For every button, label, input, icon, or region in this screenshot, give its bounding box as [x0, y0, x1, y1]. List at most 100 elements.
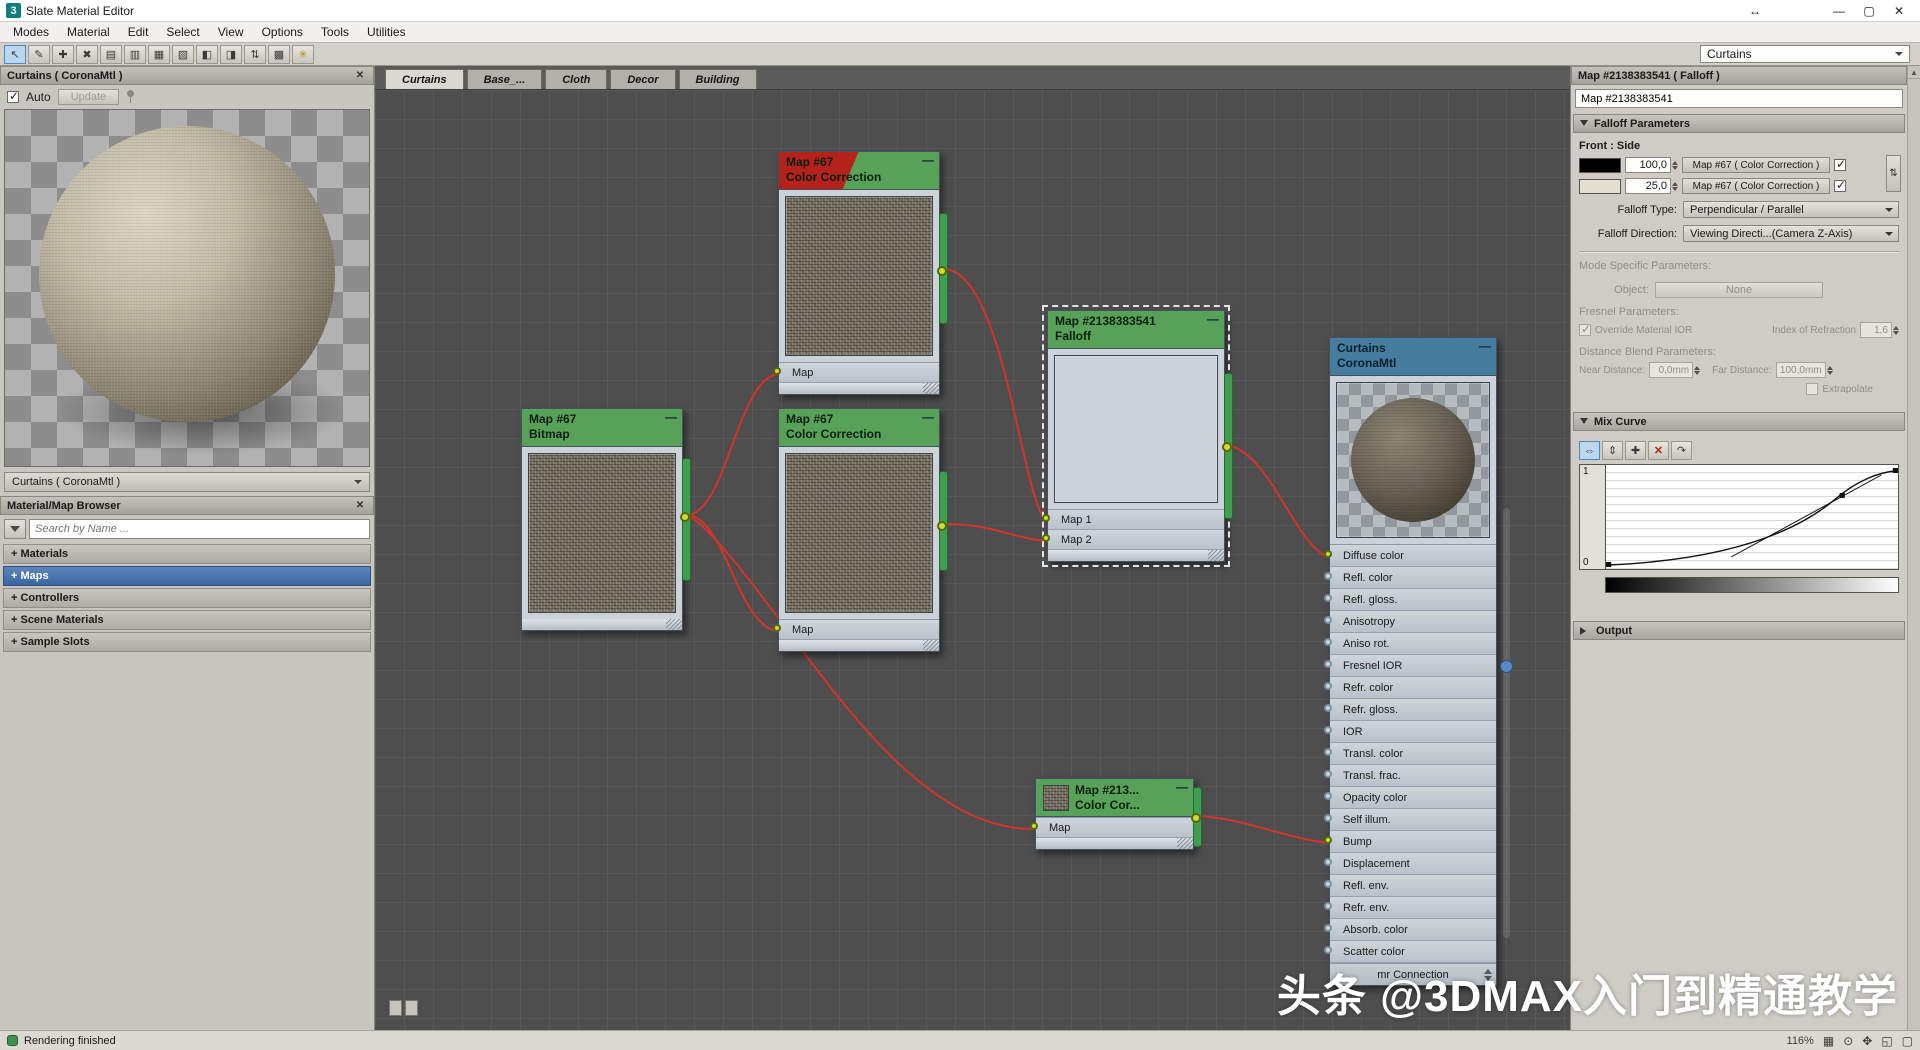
auto-update-checkbox[interactable] — [7, 91, 19, 103]
spinner-arrows-icon[interactable] — [1672, 158, 1678, 173]
pin-icon[interactable] — [126, 90, 135, 103]
spinner-arrows-icon[interactable] — [1827, 363, 1833, 378]
output-connection-dot[interactable] — [937, 266, 947, 276]
corona-slot-self-illum[interactable]: Self illum. — [1330, 809, 1496, 831]
input-socket[interactable] — [1324, 616, 1332, 624]
node-color-correction-mid[interactable]: Map #67 Color Correction Map — [778, 408, 940, 652]
corona-slot-ior[interactable]: IOR — [1330, 721, 1496, 743]
node-canvas[interactable]: Map #67 Color Correction Map — [375, 90, 1570, 1030]
browser-group-maps[interactable]: + Maps — [3, 566, 371, 586]
close-button[interactable]: ✕ — [1884, 1, 1914, 21]
resize-grip-icon[interactable] — [666, 619, 682, 630]
update-button[interactable]: Update — [58, 89, 119, 105]
extrapolate-checkbox[interactable] — [1806, 383, 1818, 395]
search-input[interactable] — [29, 519, 370, 539]
object-pick-button[interactable]: None — [1655, 282, 1823, 298]
ior-field[interactable]: 1,6 — [1860, 322, 1892, 338]
output-socket[interactable] — [1193, 787, 1202, 847]
input-socket[interactable] — [1324, 770, 1332, 778]
tab-cloth[interactable]: Cloth — [545, 69, 607, 89]
node-minimize-icon[interactable] — [1176, 780, 1188, 794]
output-connection-dot[interactable] — [937, 521, 947, 531]
resize-grip-icon[interactable] — [923, 383, 939, 394]
input-socket[interactable] — [1324, 836, 1332, 844]
node-color-correction-top[interactable]: Map #67 Color Correction Map — [778, 151, 940, 395]
input-socket[interactable] — [773, 624, 781, 632]
maximize-button[interactable]: ▢ — [1854, 1, 1884, 21]
input-socket[interactable] — [1324, 902, 1332, 910]
slot-map-2[interactable]: Map 2 — [1048, 530, 1224, 550]
side-amount-field[interactable]: 25,0 — [1625, 178, 1671, 194]
far-distance-field[interactable]: 100,0mm — [1776, 362, 1826, 378]
input-socket[interactable] — [1042, 514, 1050, 522]
corona-slot-refr-env[interactable]: Refr. env. — [1330, 897, 1496, 919]
slot-map[interactable]: Map — [779, 620, 939, 640]
resize-grip-icon[interactable] — [1208, 550, 1224, 561]
output-socket[interactable] — [939, 213, 948, 324]
input-socket[interactable] — [1324, 638, 1332, 646]
delete-tool-icon[interactable]: ✖ — [76, 45, 98, 64]
side-map-enable-checkbox[interactable] — [1834, 180, 1846, 192]
input-socket[interactable] — [1324, 946, 1332, 954]
corona-slot-refl-env[interactable]: Refl. env. — [1330, 875, 1496, 897]
output-socket[interactable] — [939, 471, 948, 571]
swap-colors-button[interactable]: ⇅ — [1886, 155, 1901, 192]
zoom-extents-icon[interactable]: ▢ — [1902, 1034, 1913, 1048]
node-minimize-icon[interactable] — [922, 153, 934, 167]
menu-options[interactable]: Options — [253, 23, 312, 41]
rollout-mix-curve[interactable]: Mix Curve — [1573, 412, 1905, 431]
input-socket[interactable] — [1324, 682, 1332, 690]
node-color-correction-bump[interactable]: Map #213... Color Cor... Map — [1035, 778, 1194, 850]
close-icon[interactable]: ✕ — [353, 70, 367, 81]
render-map-icon[interactable]: ✳ — [292, 45, 314, 64]
node-scrollbar-track[interactable] — [1503, 508, 1510, 938]
move-point-icon[interactable]: ⇔ — [1579, 441, 1600, 460]
side-color-swatch[interactable] — [1579, 179, 1621, 194]
output-connection-dot[interactable] — [680, 512, 690, 522]
node-minimize-icon[interactable] — [665, 410, 677, 424]
node-header[interactable]: Map #213... Color Cor... — [1036, 779, 1193, 817]
curve-plot[interactable] — [1605, 464, 1899, 570]
pick-tool-icon[interactable]: ✚ — [52, 45, 74, 64]
corona-slot-bump[interactable]: Bump — [1330, 831, 1496, 853]
corona-slot-absorb-color[interactable]: Absorb. color — [1330, 919, 1496, 941]
front-amount-field[interactable]: 100,0 — [1625, 157, 1671, 173]
menu-modes[interactable]: Modes — [4, 23, 58, 41]
node-header[interactable]: Map #67 Color Correction — [779, 152, 939, 190]
slot-map-1[interactable]: Map 1 — [1048, 510, 1224, 530]
layout-all-icon[interactable]: ▦ — [148, 45, 170, 64]
layout-children-icon[interactable]: ▥ — [124, 45, 146, 64]
zoom-tool-icon[interactable]: ⊙ — [1843, 1034, 1853, 1048]
filter-icon[interactable] — [4, 519, 26, 539]
input-socket[interactable] — [1324, 572, 1332, 580]
reset-curve-icon[interactable]: ↷ — [1671, 441, 1692, 460]
grid-snap-icon[interactable]: ▩ — [268, 45, 290, 64]
input-socket[interactable] — [1324, 594, 1332, 602]
spinner-arrows-icon[interactable] — [1672, 179, 1678, 194]
scroll-up-icon[interactable]: ▲ — [1908, 66, 1920, 79]
front-map-button[interactable]: Map #67 ( Color Correction ) — [1682, 157, 1830, 173]
tab-building[interactable]: Building — [679, 69, 757, 89]
output-connection-dot[interactable] — [1191, 813, 1201, 823]
zoom-level[interactable]: 116% — [1787, 1035, 1814, 1047]
menu-material[interactable]: Material — [58, 23, 119, 41]
sort-nodes-icon[interactable]: ⇅ — [244, 45, 266, 64]
pan-tool-icon[interactable]: ✥ — [1862, 1034, 1872, 1048]
node-corona-material[interactable]: Curtains CoronaMtl Diffuse color Refl. c… — [1329, 337, 1497, 986]
corona-slot-refr-color[interactable]: Refr. color — [1330, 677, 1496, 699]
preview-material-dropdown[interactable]: Curtains ( CoronaMtl ) — [4, 472, 370, 492]
map-name-input[interactable] — [1575, 89, 1903, 108]
input-socket[interactable] — [773, 367, 781, 375]
corona-slot-transl-color[interactable]: Transl. color — [1330, 743, 1496, 765]
close-icon[interactable]: ✕ — [353, 500, 367, 511]
falloff-type-dropdown[interactable]: Perpendicular / Parallel — [1683, 201, 1899, 218]
input-socket[interactable] — [1324, 726, 1332, 734]
menu-edit[interactable]: Edit — [119, 23, 158, 41]
corona-slot-refl-color[interactable]: Refl. color — [1330, 567, 1496, 589]
input-socket[interactable] — [1324, 748, 1332, 756]
override-ior-checkbox[interactable] — [1579, 324, 1591, 336]
corona-slot-transl-frac[interactable]: Transl. frac. — [1330, 765, 1496, 787]
tab-decor[interactable]: Decor — [610, 69, 675, 89]
corona-slot-fresnel-ior[interactable]: Fresnel IOR — [1330, 655, 1496, 677]
input-socket[interactable] — [1324, 880, 1332, 888]
